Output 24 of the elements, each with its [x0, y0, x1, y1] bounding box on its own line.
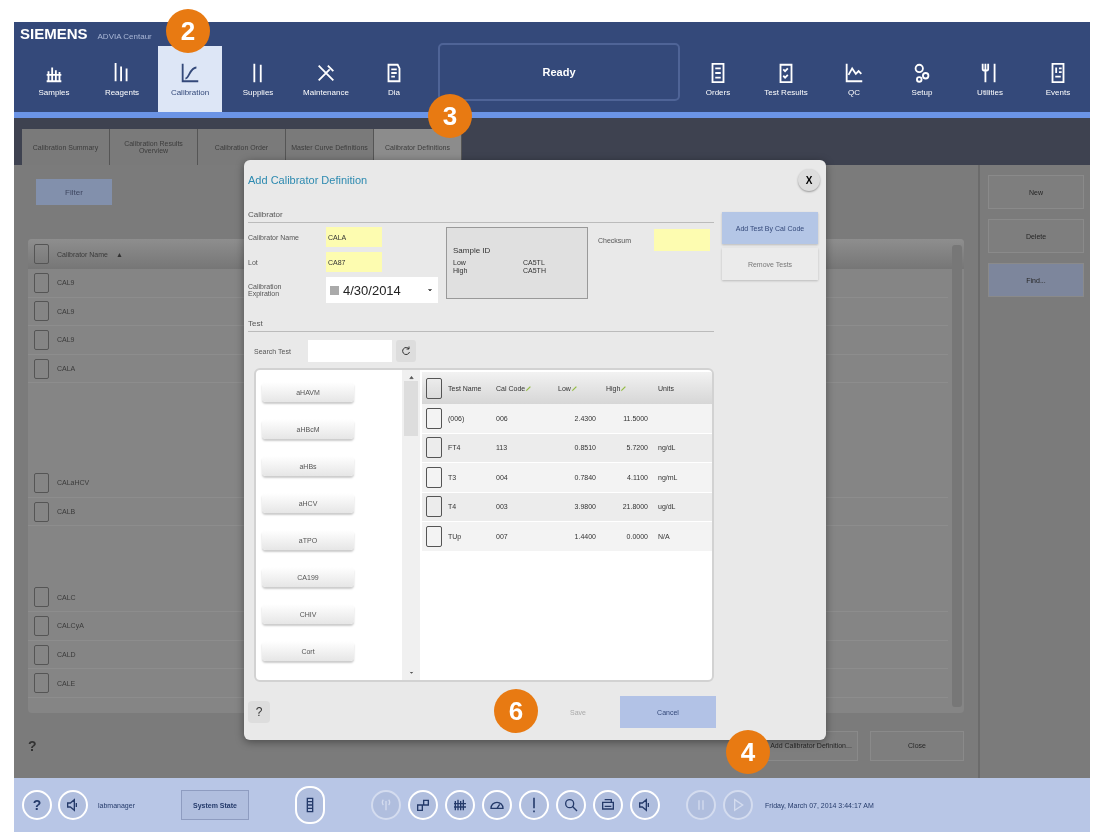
nav-tab[interactable]: QC	[822, 46, 886, 112]
nav-tab[interactable]: Supplies	[226, 46, 290, 112]
status-display: Ready	[438, 43, 680, 101]
nav-tab[interactable]: Events	[1026, 46, 1090, 112]
nav-tab[interactable]: Utilities	[958, 46, 1022, 112]
callout-badge: 2	[166, 9, 210, 53]
nav-tab[interactable]: Calibration	[158, 46, 222, 112]
section-label: Test	[248, 319, 714, 332]
date-picker[interactable]: 4/30/2014	[326, 277, 438, 303]
brand-name: SIEMENS	[20, 25, 88, 42]
dismiss-button[interactable]: X	[798, 169, 820, 191]
help-button[interactable]: ?	[248, 701, 270, 723]
nav-tab[interactable]: Test Results	[754, 46, 818, 112]
nav-tab[interactable]: Reagents	[90, 46, 154, 112]
box-title: Sample ID	[453, 246, 492, 255]
help-button[interactable]: ?	[22, 790, 52, 820]
nav-tab[interactable]: Maintenance	[294, 46, 358, 112]
product-name: ADVIA Centaur	[97, 32, 152, 41]
nav-tab[interactable]: Orders	[686, 46, 750, 112]
nav-tab[interactable]: Setup	[890, 46, 954, 112]
section-label: Calibrator	[248, 210, 714, 223]
nav-tab[interactable]: Dia	[362, 46, 426, 112]
dialog-title: Add Calibrator Definition	[248, 174, 368, 186]
nav-tab[interactable]: Samples	[22, 46, 86, 112]
